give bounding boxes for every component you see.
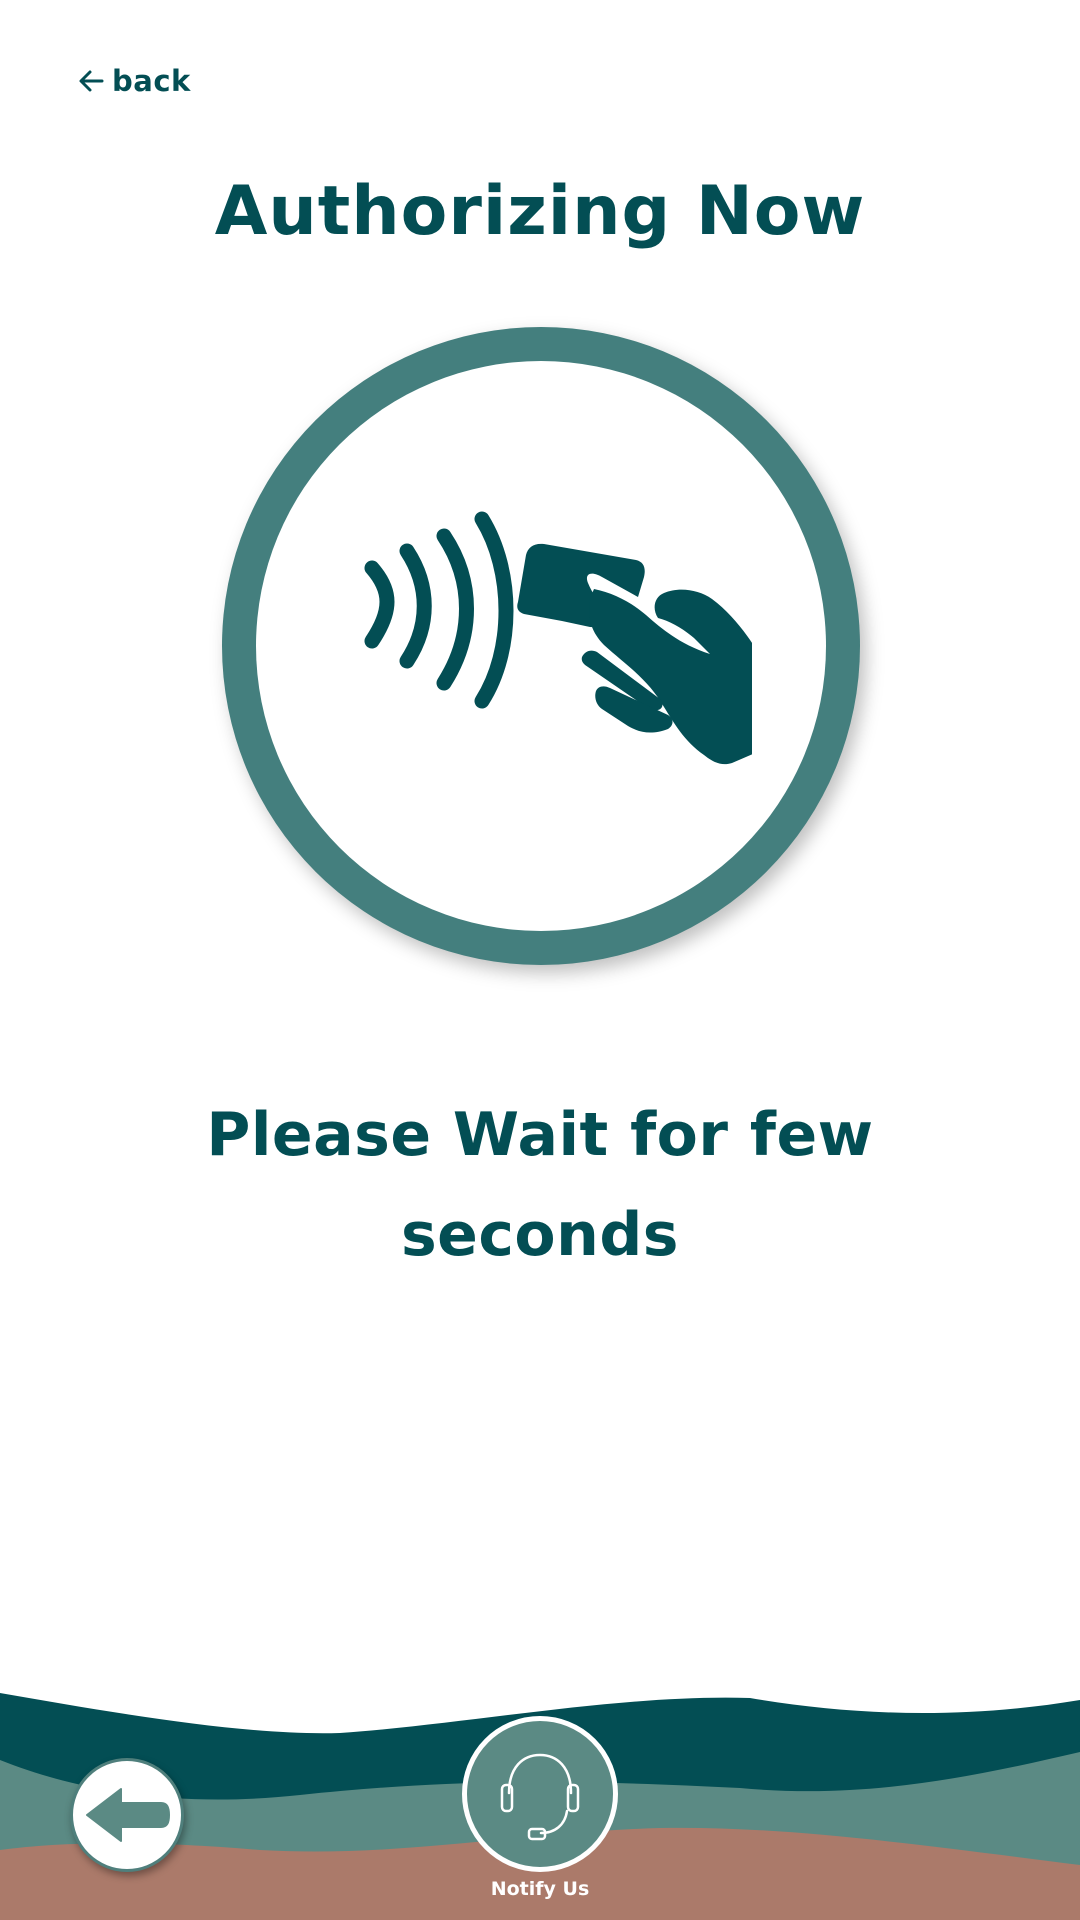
- authorization-screen: back Authorizing Now Please Wait for few…: [0, 0, 1080, 1920]
- arrow-left-icon: [86, 1788, 170, 1842]
- contactless-card-tap-icon: [364, 511, 752, 765]
- page-title: Authorizing Now: [214, 172, 866, 251]
- contactless-illustration: [222, 327, 860, 965]
- wait-message: Please Wait for few seconds: [206, 1100, 874, 1270]
- back-button[interactable]: [70, 1758, 184, 1872]
- back-link[interactable]: back: [76, 64, 191, 98]
- notify-us-button[interactable]: [462, 1716, 618, 1872]
- notify-us-label[interactable]: Notify Us: [440, 1878, 640, 1900]
- back-link-label: back: [112, 64, 191, 98]
- arrow-left-icon: [79, 70, 104, 92]
- headset-icon: [500, 1753, 580, 1841]
